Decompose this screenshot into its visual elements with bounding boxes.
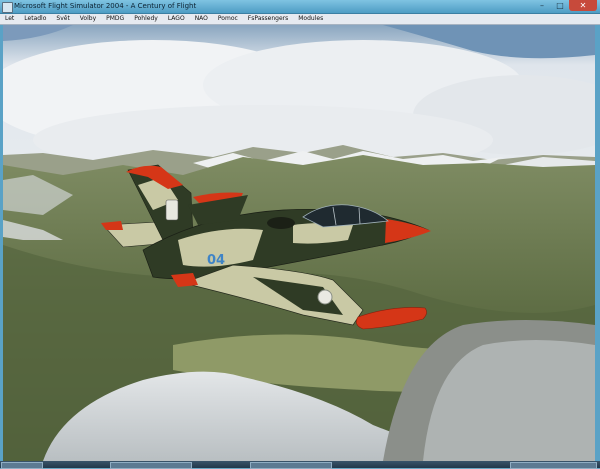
fin-insignia bbox=[165, 199, 179, 221]
window-title: Microsoft Flight Simulator 2004 - A Cent… bbox=[14, 2, 197, 10]
window-frame-right bbox=[595, 25, 600, 468]
menu-item-svet[interactable]: Svět bbox=[51, 14, 74, 24]
aircraft-number: 04 bbox=[207, 253, 225, 268]
menu-item-pomoc[interactable]: Pomoc bbox=[213, 14, 243, 24]
taskbar bbox=[0, 461, 600, 469]
menu-item-modules[interactable]: Modules bbox=[293, 14, 328, 24]
menu-item-let[interactable]: Let bbox=[0, 14, 19, 24]
maximize-icon[interactable]: □ bbox=[551, 0, 569, 11]
menu-item-pohledy[interactable]: Pohledy bbox=[129, 14, 163, 24]
menu-item-fspassengers[interactable]: FsPassengers bbox=[243, 14, 293, 24]
menu-item-volby[interactable]: Volby bbox=[75, 14, 101, 24]
menu-item-pmdg[interactable]: PMDG bbox=[101, 14, 129, 24]
menu-item-letadlo[interactable]: Letadlo bbox=[19, 14, 51, 24]
app-icon[interactable] bbox=[2, 2, 13, 13]
menu-item-nao[interactable]: NAO bbox=[190, 14, 213, 24]
flight-scene: 04 bbox=[3, 25, 595, 461]
wing-roundel bbox=[317, 289, 333, 305]
simulator-viewport[interactable]: 04 bbox=[3, 25, 595, 461]
minimize-icon[interactable]: – bbox=[533, 0, 551, 11]
close-icon[interactable]: ✕ bbox=[569, 0, 597, 11]
title-bar[interactable]: Microsoft Flight Simulator 2004 - A Cent… bbox=[0, 0, 600, 14]
menu-item-lago[interactable]: LAGO bbox=[163, 14, 190, 24]
window-controls: – □ ✕ bbox=[533, 0, 597, 12]
air-intake bbox=[267, 217, 295, 229]
menu-bar: Let Letadlo Svět Volby PMDG Pohledy LAGO… bbox=[0, 14, 600, 25]
